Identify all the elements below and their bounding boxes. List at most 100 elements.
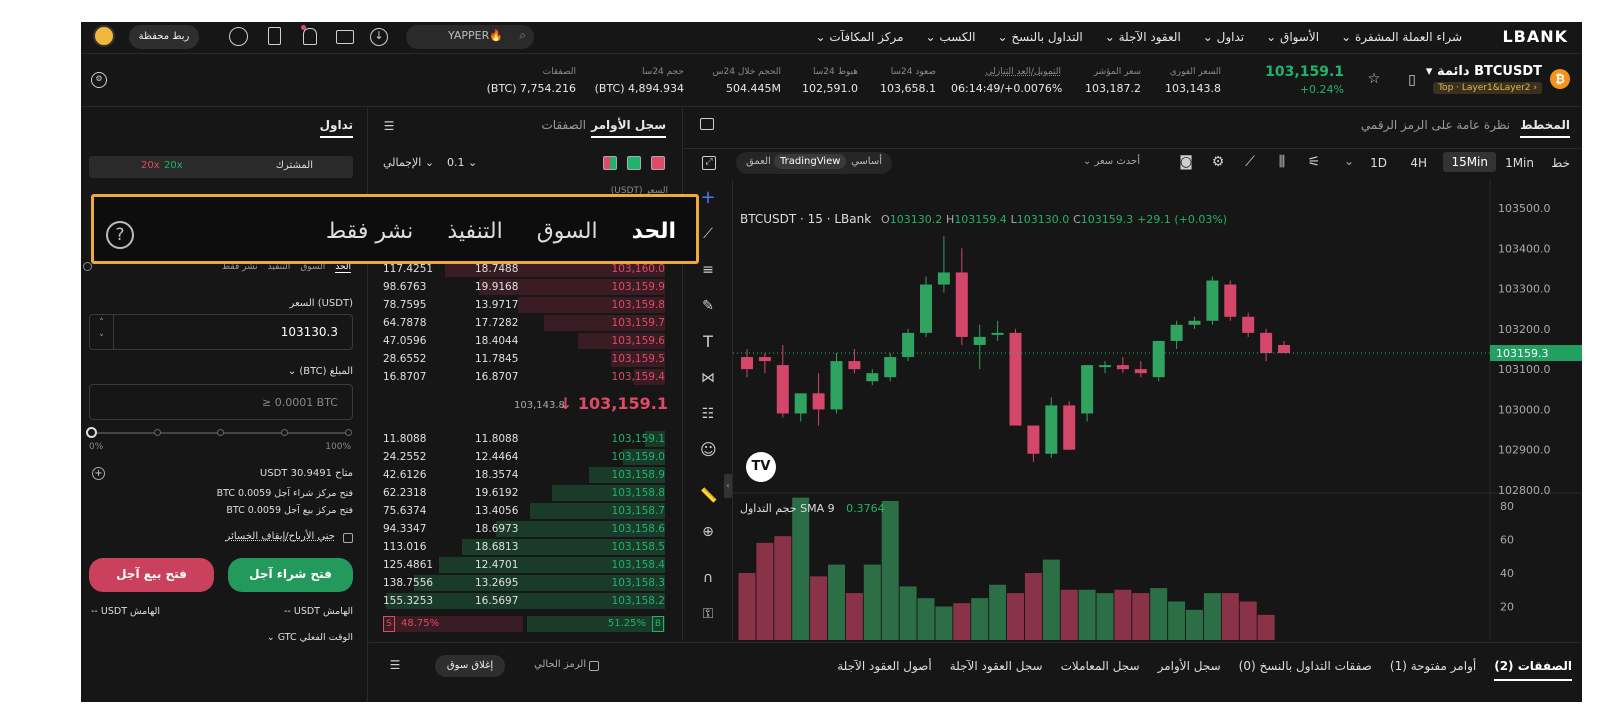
search-input[interactable]: YAPPER🔥 — [448, 29, 503, 42]
magnet-icon[interactable]: ∩ — [700, 570, 716, 586]
current-symbol-checkbox[interactable] — [589, 661, 599, 671]
view-basic[interactable]: أساسي — [851, 156, 882, 167]
connect-wallet-button[interactable]: ربط محفظة — [129, 25, 199, 49]
filter-settings-icon[interactable]: ☰ — [387, 657, 403, 673]
symbol-selector[interactable]: BTCUSDT دائمة ▾ — [1426, 64, 1542, 79]
text-icon[interactable]: T — [700, 334, 716, 350]
latest-price-select[interactable]: أحدث سعر ⌄ — [1083, 156, 1140, 167]
tab-chart[interactable]: المخطط — [1520, 118, 1570, 138]
order-book-row[interactable]: 125.4861 12.4701 103,158.4 — [383, 556, 665, 574]
order-book-row[interactable]: 24.2552 12.4464 103,159.0 — [383, 448, 665, 466]
price-input[interactable]: ˄ ˅ 103130.3 — [89, 314, 353, 350]
orderbook-settings-icon[interactable]: ☰ — [381, 118, 397, 134]
leverage-short[interactable]: 20x — [141, 160, 160, 171]
candle-type-icon[interactable]: ⫼ — [1274, 154, 1290, 170]
nav-rewards[interactable]: مركز المكافآت ⌄ — [816, 30, 904, 44]
price-stepper[interactable]: ˄ ˅ — [90, 315, 114, 349]
book-icon[interactable]: ▯ — [1405, 72, 1419, 88]
overlay-trigger[interactable]: التنفيذ — [447, 219, 502, 244]
globe-icon[interactable] — [229, 27, 248, 46]
close-market-button[interactable]: إغلاق سوق — [435, 655, 505, 677]
fullscreen-icon[interactable] — [700, 118, 714, 130]
more-intervals-chevron-icon[interactable]: ⌄ — [1344, 154, 1354, 168]
total-select[interactable]: الإجمالي ⌄ — [383, 156, 434, 169]
tab-transaction-history[interactable]: سجل المعاملات — [1061, 659, 1140, 681]
order-book-row[interactable]: 94.3347 18.6973 103,158.6 — [383, 520, 665, 538]
search-box[interactable]: YAPPER🔥 ⌕ — [406, 25, 534, 49]
order-book-row[interactable]: 28.6552 11.7845 103,159.5 — [383, 350, 665, 368]
wallet-icon[interactable] — [336, 30, 354, 44]
nav-earn[interactable]: الكسب ⌄ — [926, 30, 976, 44]
indicators-icon[interactable]: ⟋ — [1242, 154, 1258, 170]
order-book-row[interactable]: 138.7556 13.2695 103,158.3 — [383, 574, 665, 592]
open-short-button[interactable]: فتح بيع آجل — [89, 558, 214, 592]
screenshot-camera-icon[interactable]: ◙ — [1178, 154, 1194, 170]
emoji-icon[interactable]: ☺ — [700, 442, 717, 458]
interval-1d[interactable]: 1D — [1370, 156, 1387, 170]
overlay-market[interactable]: السوق — [537, 219, 598, 244]
tab-order-book[interactable]: سجل الأوامر — [591, 118, 666, 138]
pattern-icon[interactable]: ⋈ — [700, 370, 716, 386]
transfer-plus-icon[interactable]: + — [92, 467, 105, 480]
tab-open-orders[interactable]: أوامر مفتوحة (1) — [1390, 659, 1476, 681]
view-tradingview[interactable]: TradingView — [774, 154, 847, 169]
indicator-settings-icon[interactable]: ⚟ — [1306, 154, 1322, 170]
tab-symbol-overview[interactable]: نظرة عامة على الرمز الرقمي — [1361, 118, 1510, 132]
nav-futures[interactable]: العقود الآجلة ⌄ — [1105, 30, 1181, 44]
amount-slider-handle[interactable] — [86, 427, 97, 438]
leverage-long[interactable]: 20x — [164, 160, 183, 171]
amount-input[interactable]: ≥ 0.0001 BTC — [89, 384, 353, 420]
lock-icon[interactable]: ⚿ — [700, 606, 716, 622]
view-bids-icon[interactable] — [627, 156, 641, 170]
tpsl-checkbox[interactable] — [343, 533, 353, 543]
trend-line-icon[interactable]: ⟋ — [700, 226, 716, 242]
order-book-row[interactable]: 42.6126 18.3574 103,158.9 — [383, 466, 665, 484]
tab-trades[interactable]: الصفقات — [542, 118, 587, 132]
nav-markets[interactable]: الأسواق ⌄ — [1266, 30, 1319, 44]
expand-icon[interactable]: ⤢ — [702, 156, 716, 170]
tab-order-history[interactable]: سجل الأوامر — [1158, 659, 1221, 681]
chart-settings-icon[interactable]: ⚙ — [1210, 154, 1226, 170]
nav-buy-crypto[interactable]: شراء العملة المشفرة ⌄ — [1341, 30, 1462, 44]
open-long-button[interactable]: فتح شراء آجل — [228, 558, 353, 592]
crosshair-icon[interactable]: + — [700, 189, 716, 207]
order-type-help-icon[interactable] — [83, 262, 92, 271]
price-chart[interactable]: 103500.0 103400.0 103300.0 103200.0 103100.0… — [733, 180, 1582, 640]
notification-bell-icon[interactable] — [303, 28, 317, 45]
interval-1min[interactable]: 1Min — [1505, 156, 1534, 170]
download-icon[interactable]: ↓ — [370, 28, 388, 46]
time-in-force-select[interactable]: الوقت الفعلي GTC ⌄ — [267, 632, 353, 643]
tab-positions[interactable]: الصفقات (2) — [1494, 659, 1572, 681]
tab-futures-assets[interactable]: أصول العقود الآجلة — [837, 659, 931, 681]
horizontal-lines-icon[interactable]: ≡ — [700, 262, 716, 278]
brush-icon[interactable]: ✎ — [700, 298, 716, 314]
view-asks-icon[interactable] — [651, 156, 665, 170]
order-book-row[interactable]: 98.6763 19.9168 103,159.9 — [383, 278, 665, 296]
tab-futures-history[interactable]: سجل العقود الآجلة — [950, 659, 1043, 681]
order-book-row[interactable]: 11.8088 11.8088 103,159.1 — [383, 430, 665, 448]
interval-line[interactable]: خط — [1551, 156, 1570, 170]
order-book-row[interactable]: 78.7595 13.9717 103,159.8 — [383, 296, 665, 314]
order-book-row[interactable]: 113.016 18.6813 103,158.5 — [383, 538, 665, 556]
order-book-row[interactable]: 64.7878 17.7282 103,159.7 — [383, 314, 665, 332]
fib-icon[interactable]: ☷ — [700, 406, 716, 422]
order-book-row[interactable]: 47.0596 18.4044 103,159.6 — [383, 332, 665, 350]
trade-tab[interactable]: تداول — [319, 118, 353, 138]
collapse-toolbar-handle[interactable]: ‹ — [724, 474, 732, 498]
zoom-in-icon[interactable]: ⊕ — [700, 524, 716, 540]
tpsl-label[interactable]: جني الأرباح/إيقاف الخسائر — [226, 531, 335, 542]
overlay-limit[interactable]: الحد — [632, 219, 676, 244]
margin-mode-row[interactable]: المشترك 20x 20x — [89, 156, 353, 178]
nav-copy-trading[interactable]: التداول بالنسخ ⌄ — [998, 30, 1083, 44]
help-icon[interactable]: ? — [106, 221, 134, 249]
nav-trade[interactable]: تداول ⌄ — [1203, 30, 1244, 44]
view-both-icon[interactable] — [603, 156, 617, 170]
ruler-icon[interactable]: 📏 — [700, 488, 717, 504]
settings-gear-icon[interactable]: ⚙ — [91, 72, 107, 88]
overlay-post-only[interactable]: نشر فقط — [326, 219, 413, 244]
avatar[interactable] — [93, 25, 115, 47]
order-book-row[interactable]: 16.8707 16.8707 103,159.4 — [383, 368, 665, 386]
view-depth[interactable]: العمق — [746, 156, 771, 167]
precision-select[interactable]: 0.1 ⌄ — [447, 156, 477, 169]
interval-15min[interactable]: 15Min — [1443, 152, 1496, 172]
